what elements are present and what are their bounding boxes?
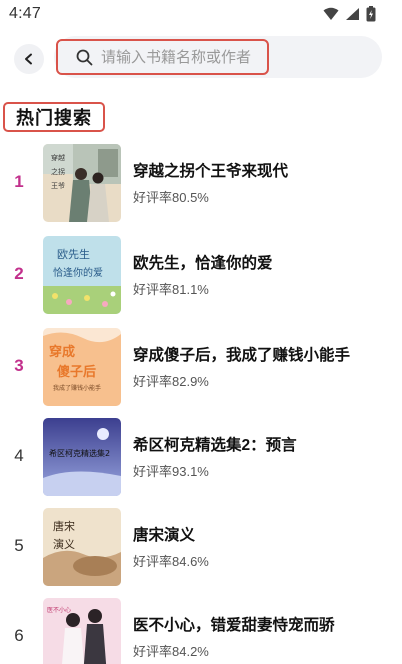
book-title: 穿越之拐个王爷来现代 xyxy=(133,163,289,180)
svg-text:傻子后: 傻子后 xyxy=(57,364,96,380)
svg-text:我成了赚钱小能手: 我成了赚钱小能手 xyxy=(53,384,101,392)
cover-beige-beast-icon: 唐宋 演义 xyxy=(43,508,121,586)
book-cover: 医不小心 xyxy=(43,598,121,664)
list-item[interactable]: 2 欧先生 恰逢你的爱 欧先生，恰逢你的爱 好评率81.1% xyxy=(0,232,402,314)
svg-text:欧先生: 欧先生 xyxy=(57,247,90,261)
svg-text:穿越: 穿越 xyxy=(51,153,65,162)
book-cover: 欧先生 恰逢你的爱 xyxy=(43,236,121,314)
search-input[interactable] xyxy=(101,48,261,66)
rank-number: 4 xyxy=(14,446,24,465)
book-rating: 好评率93.1% xyxy=(133,464,209,479)
book-cover: 希区柯克精选集2 xyxy=(43,418,121,496)
book-cover: 穿成 傻子后 我成了赚钱小能手 xyxy=(43,328,121,406)
book-cover: 唐宋 演义 xyxy=(43,508,121,586)
rank-number: 6 xyxy=(14,626,24,645)
svg-text:唐宋: 唐宋 xyxy=(53,519,75,533)
book-rating: 好评率80.5% xyxy=(133,190,209,205)
wifi-icon xyxy=(323,7,339,20)
list-item[interactable]: 3 穿成 傻子后 我成了赚钱小能手 穿成傻子后，我成了赚钱小能手 好评率82.9… xyxy=(0,324,402,406)
list-item[interactable]: 6 医不小心 医不小心，错爱甜妻恃宠而骄 好评率84.2% xyxy=(0,594,402,664)
svg-text:恰逢你的爱: 恰逢你的爱 xyxy=(53,266,103,279)
cover-flower-field-icon: 欧先生 恰逢你的爱 xyxy=(43,236,121,314)
cover-orange-title-icon: 穿成 傻子后 我成了赚钱小能手 xyxy=(43,328,121,406)
list-item[interactable]: 1 穿越 之拐 王爷 穿越之拐个王爷来现代 好评率80.5% xyxy=(0,140,402,222)
status-bar: 4:47 xyxy=(0,0,402,30)
svg-text:医不小心: 医不小心 xyxy=(47,606,71,614)
book-cover: 穿越 之拐 王爷 xyxy=(43,144,121,222)
book-title: 穿成傻子后，我成了赚钱小能手 xyxy=(133,347,351,364)
book-title: 希区柯克精选集2：预言 xyxy=(133,437,297,454)
svg-text:希区柯克精选集2: 希区柯克精选集2 xyxy=(49,448,110,458)
book-rating: 好评率84.6% xyxy=(133,554,209,569)
rank-number: 5 xyxy=(14,536,24,555)
chevron-left-icon xyxy=(25,53,32,65)
svg-text:之拐: 之拐 xyxy=(51,167,65,176)
signal-icon xyxy=(346,8,359,20)
rank-number: 2 xyxy=(14,264,24,283)
book-rating: 好评率82.9% xyxy=(133,374,209,389)
battery-icon xyxy=(366,6,376,22)
book-title: 医不小心，错爱甜妻恃宠而骄 xyxy=(133,617,335,634)
status-icons xyxy=(323,6,376,22)
book-rating: 好评率81.1% xyxy=(133,282,209,297)
section-title: 热门搜索 xyxy=(16,108,92,128)
svg-text:穿成: 穿成 xyxy=(49,344,75,360)
search-icon xyxy=(76,49,93,65)
status-time: 4:47 xyxy=(9,5,41,22)
svg-text:演义: 演义 xyxy=(53,537,75,551)
cover-costume-drama-icon: 穿越 之拐 王爷 xyxy=(43,144,121,222)
search-field[interactable] xyxy=(56,39,269,75)
rank-number: 1 xyxy=(14,172,24,191)
rank-number: 3 xyxy=(14,356,24,375)
list-item[interactable]: 5 唐宋 演义 唐宋演义 好评率84.6% xyxy=(0,504,402,586)
book-title: 欧先生，恰逢你的爱 xyxy=(133,255,273,272)
back-button[interactable] xyxy=(14,44,44,74)
cover-night-sky-icon: 希区柯克精选集2 xyxy=(43,418,121,496)
book-title: 唐宋演义 xyxy=(133,527,196,544)
svg-text:王爷: 王爷 xyxy=(51,181,65,190)
cover-couple-pink-icon: 医不小心 xyxy=(43,598,121,664)
section-header: 热门搜索 xyxy=(3,102,105,132)
list-item[interactable]: 4 希区柯克精选集2 希区柯克精选集2：预言 好评率93.1% xyxy=(0,414,402,496)
book-rating: 好评率84.2% xyxy=(133,644,209,659)
